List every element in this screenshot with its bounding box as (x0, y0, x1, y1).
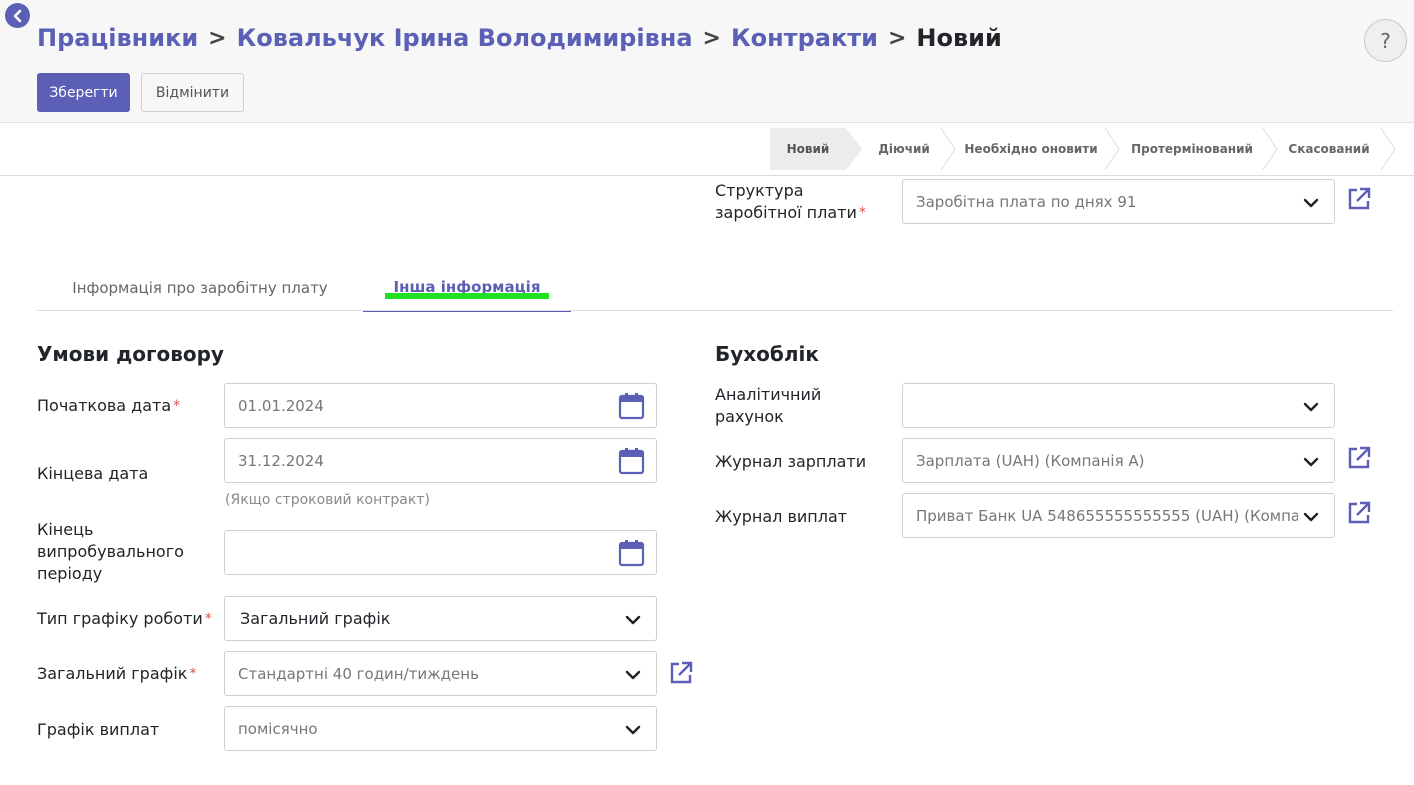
label-line: Аналітичний (715, 385, 822, 404)
schedule-type-label: Тип графіку роботи * (37, 608, 212, 630)
label-line: заробітної плати (715, 203, 857, 222)
breadcrumb-separator: > (887, 25, 907, 51)
highlight-marker (385, 293, 549, 299)
pay-schedule-select[interactable]: помісячно (224, 706, 657, 751)
salary-journal-select[interactable]: Зарплата (UAH) (Компанія А) (902, 438, 1335, 483)
field-value: Зарплата (UAH) (Компанія А) (916, 451, 1145, 470)
stage-label: Скасований (1288, 142, 1370, 156)
stage-active[interactable]: Діючий (864, 128, 944, 170)
salary-structure-select[interactable]: Заробітна плата по днях 91 (902, 179, 1335, 224)
stage-label: Протермінований (1131, 142, 1253, 156)
chevron-down-icon (625, 725, 641, 735)
external-link-icon[interactable] (1346, 445, 1372, 471)
start-date-input[interactable]: 01.01.2024 (224, 383, 657, 428)
general-schedule-select[interactable]: Стандартні 40 годин/тиждень (224, 651, 657, 696)
field-value: Заробітна плата по днях 91 (916, 192, 1137, 211)
breadcrumb-separator: > (208, 25, 227, 51)
stage-arrow (1104, 128, 1120, 170)
trial-end-label: Кінець випробувального періоду (37, 519, 184, 585)
end-date-hint: (Якщо строковий контракт) (225, 492, 430, 508)
payment-journal-label: Журнал виплат (715, 507, 848, 526)
external-link-icon[interactable] (668, 660, 694, 686)
field-value: помісячно (238, 719, 318, 738)
label-line: випробувального (37, 542, 184, 561)
chevron-down-icon (1303, 402, 1319, 412)
salary-journal-label: Журнал зарплати (715, 452, 867, 471)
label-text: Загальний графік (37, 664, 188, 683)
label-line: рахунок (715, 407, 784, 426)
stage-label: Діючий (878, 142, 930, 156)
stage-arrow (940, 128, 956, 170)
chevron-down-icon (1303, 198, 1319, 208)
chevron-down-icon (625, 670, 641, 680)
stage-arrow (1262, 128, 1278, 170)
label-line: Структура (715, 181, 804, 200)
external-link-icon[interactable] (1346, 186, 1372, 212)
breadcrumb-employee[interactable]: Ковальчук Ірина Володимирівна (237, 24, 693, 52)
tab-salary-info[interactable]: Інформація про заробітну плату (37, 264, 363, 312)
stage-arrow (1380, 128, 1396, 170)
section-title-contract-terms: Умови договору (37, 342, 224, 366)
cancel-button[interactable]: Відмінити (141, 73, 244, 112)
stage-expired[interactable]: Протермінований (1122, 128, 1262, 170)
stage-label: Новий (786, 142, 830, 156)
chevron-down-icon (1303, 457, 1319, 467)
trial-end-input[interactable] (224, 530, 657, 575)
stage-arrow (846, 128, 862, 170)
help-button[interactable]: ? (1364, 19, 1407, 62)
label-text: Початкова дата (37, 396, 172, 415)
calendar-icon[interactable] (618, 392, 645, 420)
tab-label: Інформація про заробітну плату (72, 279, 328, 297)
label-text: Тип графіку роботи (37, 609, 203, 628)
breadcrumb-employees[interactable]: Працівники (37, 24, 198, 52)
salary-structure-label: Структура заробітної плати * (715, 180, 866, 224)
stage-label: Необхідно оновити (964, 142, 1098, 156)
label-line: Кінець (37, 520, 94, 539)
calendar-icon[interactable] (618, 539, 645, 567)
status-bar: Новий Діючий Необхідно оновити Протермін… (0, 123, 1414, 176)
stage-cancelled[interactable]: Скасований (1280, 128, 1378, 170)
pay-schedule-label: Графік виплат (37, 720, 160, 739)
label-line: періоду (37, 564, 103, 583)
external-link-icon[interactable] (1346, 500, 1372, 526)
stage-new[interactable]: Новий (770, 128, 846, 170)
field-value: 01.01.2024 (238, 396, 324, 415)
required-mark: * (189, 666, 197, 682)
required-mark: * (858, 205, 866, 221)
payment-journal-select[interactable]: Приват Банк UA 548655555555555 (UAH) (Ко… (902, 493, 1335, 538)
save-button[interactable]: Зберегти (37, 73, 130, 112)
end-date-label: Кінцева дата (37, 464, 149, 483)
start-date-label: Початкова дата * (37, 395, 180, 417)
analytic-account-label: Аналітичний рахунок (715, 384, 821, 428)
field-value: Приват Банк UA 548655555555555 (UAH) (Ко… (916, 506, 1298, 525)
breadcrumb: Працівники > Ковальчук Ірина Володимирів… (37, 24, 1002, 52)
tab-divider (37, 310, 1393, 311)
tab-other-info[interactable]: Інша інформація (363, 264, 571, 312)
section-title-accounting: Бухоблік (715, 342, 819, 366)
required-mark: * (173, 398, 181, 414)
breadcrumb-current: Новий (916, 24, 1002, 52)
breadcrumb-separator: > (702, 25, 721, 51)
control-panel: Працівники > Ковальчук Ірина Володимирів… (0, 0, 1414, 123)
breadcrumb-contracts[interactable]: Контракти (731, 24, 878, 52)
chevron-down-icon (1303, 512, 1319, 522)
general-schedule-label: Загальний графік * (37, 663, 196, 685)
analytic-account-select[interactable] (902, 383, 1335, 428)
required-mark: * (204, 611, 212, 627)
field-value: Стандартні 40 годин/тиждень (238, 664, 479, 683)
back-button[interactable] (5, 3, 30, 28)
chevron-left-icon (13, 9, 21, 22)
schedule-type-select[interactable]: Загальний графік (224, 596, 657, 641)
stage-needs-renewal[interactable]: Необхідно оновити (958, 128, 1104, 170)
end-date-input[interactable]: 31.12.2024 (224, 438, 657, 483)
field-value: 31.12.2024 (238, 451, 324, 470)
calendar-icon[interactable] (618, 447, 645, 475)
chevron-down-icon (625, 615, 641, 625)
field-value: Загальний графік (240, 609, 391, 628)
